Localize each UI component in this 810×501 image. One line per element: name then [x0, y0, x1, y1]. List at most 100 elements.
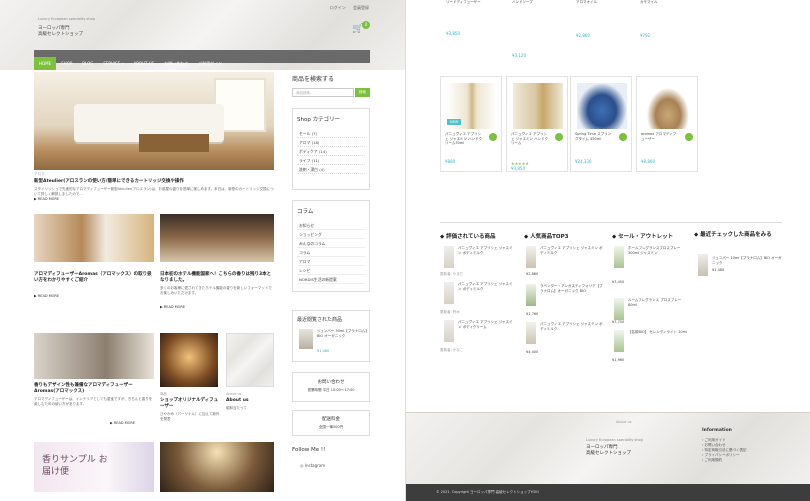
recent-check-image[interactable] — [698, 254, 708, 276]
post-title-about[interactable]: About us — [226, 398, 274, 404]
top3-heading: ◆ 人気商品TOP3 — [524, 234, 569, 240]
hero-read-more[interactable]: ▶ READ MORE — [34, 197, 59, 201]
sale-product-name[interactable]: ホールフレグランスプロスプレー 300ml ジャスミン — [628, 246, 688, 255]
sale-product-name[interactable]: ルームフレグランス プロスプレー 80ml — [628, 298, 688, 307]
add-to-cart-icon[interactable] — [555, 133, 563, 141]
nav-shop[interactable]: SHOP — [56, 57, 77, 70]
hero-post-meta: アロマ — [34, 172, 45, 176]
hero-post-title[interactable]: 新型Ateulier(アロスランの使い方/簡単にできるカートリッジ交換や操作 — [34, 179, 274, 185]
top-product-name[interactable]: カモマイル — [640, 0, 678, 28]
column-link[interactable]: お知らせ — [297, 221, 365, 230]
category-sale[interactable]: セール (7) — [297, 129, 365, 138]
column-link[interactable]: みんなのコラム — [297, 239, 365, 248]
post-thumb-diffuser[interactable] — [160, 333, 218, 387]
search-input[interactable]: 商品検索… — [292, 88, 354, 97]
category-aroma[interactable]: アロマ (16) — [297, 138, 365, 147]
add-to-cart-icon[interactable] — [619, 133, 627, 141]
rated-product-name[interactable]: パニュヴィエ アプリシェ ジャスミン ボディクリーム — [458, 320, 514, 329]
post-title-hotel[interactable]: 日本初のホテル機能国家へ！こちらの香りは残り3本となりました。 — [160, 272, 274, 284]
post-thumb-aromas-design[interactable] — [34, 333, 154, 379]
post-read-more-design[interactable]: ▶ READ MORE — [110, 421, 135, 425]
footer-logo[interactable]: ヨーロッパ専門 高級セレクトショップ — [586, 445, 631, 457]
shipping-box[interactable]: 配送料金 全国一律500円 — [292, 410, 370, 436]
post-label-product: 商品 — [160, 392, 167, 396]
product-card[interactable]: Spring Time スプリングタイム 450ml ¥24,330 — [570, 76, 632, 172]
contact-box[interactable]: お問い合わせ 営業時間 平日 10:00〜17:00 — [292, 372, 370, 402]
category-life[interactable]: ライフ (11) — [297, 156, 365, 165]
top-product-name[interactable]: ハンドソープ — [512, 0, 550, 40]
column-link[interactable]: コラム — [297, 248, 365, 257]
nav-home[interactable]: HOME — [34, 57, 57, 70]
top-product-name[interactable]: リードディフューザー — [446, 0, 484, 20]
post-read-more-aromas[interactable]: ▶ READ MORE — [34, 294, 59, 298]
footer-link-label: ご利用ガイド — [704, 438, 726, 442]
category-detergent[interactable]: 洗剤・漂白 (4) — [297, 165, 365, 174]
shipping-text: 全国一律500円 — [318, 425, 344, 429]
footer-tagline: Luxury European speciality shop — [586, 438, 643, 442]
left-page: Luxury European speciality shop ヨーロッパ専門 … — [0, 0, 405, 501]
column-link[interactable]: レシピ — [297, 266, 365, 275]
nav-guide[interactable]: ご利用ガイド — [193, 57, 227, 70]
sale-product-image[interactable] — [614, 298, 624, 320]
sale-product-image[interactable] — [614, 246, 624, 268]
nav-service[interactable]: SERVICE ▾ — [98, 57, 128, 70]
recent-product-image[interactable] — [299, 329, 313, 349]
column-link[interactable]: アロマ — [297, 257, 365, 266]
nav-contact[interactable]: お問い合わせ — [159, 57, 193, 70]
login-link[interactable]: ログイン — [330, 5, 346, 10]
site-logo[interactable]: ヨーロッパ専門 高級セレクトショップ — [38, 26, 83, 38]
main-nav: HOME SHOP BLOG SERVICE ▾ ABOUT US お問い合わせ ご利用ガイ… — [34, 50, 370, 70]
category-bodycare[interactable]: ボディケア (14) — [297, 147, 365, 156]
top3-product-image[interactable] — [526, 322, 536, 344]
product-price: ¥24,330 — [575, 159, 592, 164]
sale-product-image[interactable] — [614, 330, 624, 352]
add-to-cart-icon[interactable] — [489, 133, 497, 141]
post-text-about: 昭和当たって — [226, 406, 247, 410]
nav-about[interactable]: ABOUT US — [128, 57, 159, 70]
instagram-link[interactable]: ◎ Instagram — [300, 463, 325, 468]
search-button[interactable]: 検索 — [355, 88, 370, 97]
top-product-price: ¥3,120 — [512, 53, 526, 58]
rated-product-name[interactable]: パニュヴィエ アプリシェ ジャスミン ボディミルク — [458, 246, 514, 255]
top3-product-price: ¥1,760 — [526, 312, 539, 316]
rated-product-image[interactable] — [444, 282, 454, 304]
nav-blog[interactable]: BLOG — [77, 57, 98, 70]
sale-product-price: ¥3,750 — [612, 320, 625, 324]
rated-product-image[interactable] — [444, 246, 454, 268]
post-title-aromas-design[interactable]: 香りもデザイン性も兼備なアロマディフューザーAromas(アロマックス) — [34, 383, 154, 395]
product-card[interactable]: aromax アロマディフューザー ¥8,800 — [636, 76, 698, 172]
top3-product-name[interactable]: パニュヴィエ アプリシェ ジャスミン ボディミルク — [540, 322, 604, 331]
post-title-aromas[interactable]: アロマディフューザーAromas（アロマックス）の取り扱い方をわかりやすくご紹介 — [34, 272, 154, 284]
column-link[interactable]: NORDIS生活の新提案 — [297, 275, 365, 284]
recent-check-name[interactable]: ジュニパー 10ml【プラナロム】BIO オーガニック — [712, 256, 782, 265]
sale-product-name[interactable]: 【名前BIO】 セレンディライト 10ml — [628, 330, 688, 335]
product-card[interactable]: パニュヴィエ アプリシェ ジャスミン ハンドクリーム ★★★★★ ¥3,850 — [506, 76, 568, 172]
top-product-name[interactable]: アロマオイル — [576, 0, 614, 22]
top3-product-name[interactable]: ラベンダー・アンガスティフォリア【プラナロム】オーガニック BIO — [540, 284, 604, 293]
post-read-more-hotel[interactable]: ▶ READ MORE — [160, 305, 185, 309]
footer-link-label: 特定商取引法に基づく表記 — [704, 448, 747, 452]
recently-viewed-title: 最近閲覧された商品 — [297, 317, 343, 323]
footer-rule — [406, 412, 810, 413]
top3-product-name[interactable]: パニュヴィエ アプリシェ ジャスミン ボディミルク — [540, 246, 604, 255]
post-thumb-hall[interactable] — [160, 442, 274, 492]
product-name: パニュヴィエ アプリシェ ジャスミン ハンドクリーム — [511, 132, 549, 145]
banner-sample[interactable]: 香りサンプル お届け便 — [34, 442, 154, 492]
rated-reviewer: 更新者: やまだ — [440, 272, 464, 276]
column-link[interactable]: ショッピング — [297, 230, 365, 239]
top3-product-image[interactable] — [526, 284, 536, 306]
product-card[interactable]: NEW パニュヴィエ アプリシェ ジャスミン ハンドクリーム30ml ¥880 — [440, 76, 502, 172]
rated-product-image[interactable] — [444, 320, 454, 342]
footer-link[interactable]: › ご利用規約 — [702, 458, 747, 463]
column-title: コラム — [297, 209, 314, 215]
post-thumb-hotel[interactable] — [160, 214, 274, 262]
add-to-cart-icon[interactable] — [685, 133, 693, 141]
post-thumb-about[interactable] — [226, 333, 274, 387]
recent-product-name[interactable]: ジュンバー 30ml【ブラナロム】BIO オーガニック — [317, 329, 367, 338]
register-link[interactable]: 会員登録 — [353, 5, 369, 10]
rated-product-name[interactable]: パニュヴィエ アプリシェ ジャスミン ボディミルク — [458, 282, 514, 291]
hero-image[interactable] — [34, 72, 274, 170]
post-thumb-aromas[interactable] — [34, 214, 154, 262]
post-title-diffuser[interactable]: ショップオリジナルディフューザー — [160, 398, 220, 410]
top3-product-image[interactable] — [526, 246, 536, 268]
